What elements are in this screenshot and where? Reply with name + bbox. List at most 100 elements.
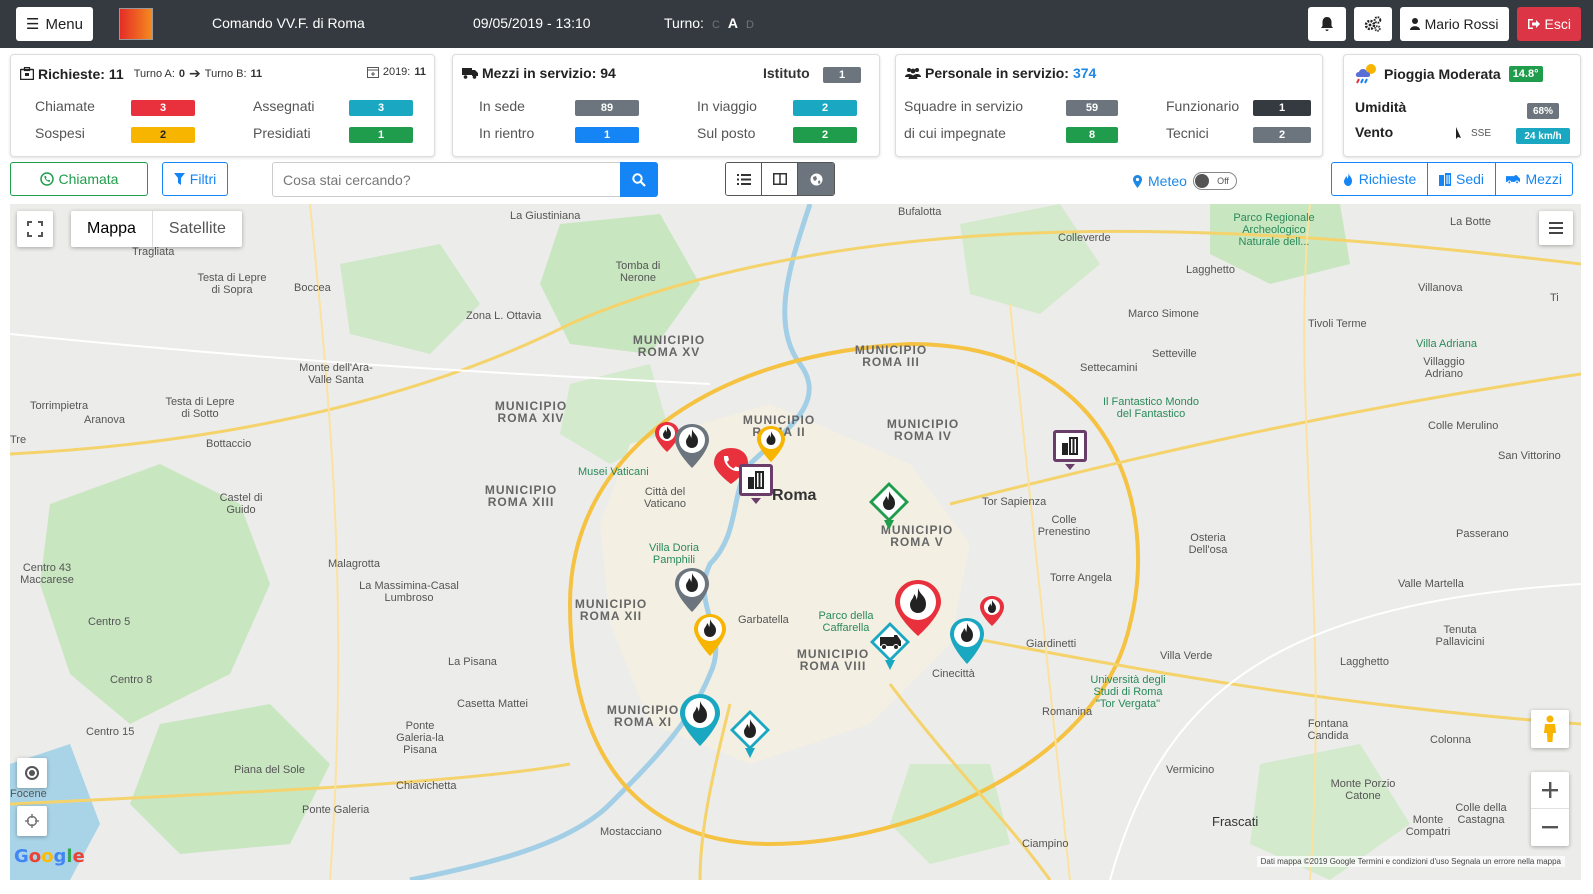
top-navbar: ☰ Menu Comando VV.F. di Roma 09/05/2019 … xyxy=(0,0,1593,48)
personale-title: Personale in servizio: 374 xyxy=(905,65,1096,81)
richieste-count: 11 xyxy=(108,65,124,82)
settings-button[interactable] xyxy=(1353,7,1392,41)
presidiati-label: Presidiati xyxy=(253,125,311,141)
map-label: Testa di Lepre di Sopra xyxy=(197,272,267,296)
fullscreen-button[interactable] xyxy=(17,211,53,247)
mezzo-marker[interactable] xyxy=(870,622,910,670)
wind-arrow-icon xyxy=(1456,127,1461,139)
map-attribution[interactable]: Dati mappa ©2019 Google Termini e condiz… xyxy=(1256,856,1565,867)
map-label: La Giustiniana xyxy=(510,210,581,222)
notifications-button[interactable] xyxy=(1307,7,1346,41)
map-label: Ti xyxy=(1550,292,1559,304)
sedi-layer-button[interactable]: Sedi xyxy=(1428,163,1496,195)
map-type-mappa[interactable]: Mappa xyxy=(71,211,152,247)
mezzi-title: Mezzi in servizio: 94 xyxy=(462,65,616,81)
cogs-icon xyxy=(1364,16,1381,32)
map-label: Il Fantastico Mondo del Fantastico xyxy=(1103,396,1199,420)
zoom-out-button[interactable] xyxy=(1531,809,1569,846)
user-button[interactable]: Mario Rossi xyxy=(1399,7,1509,41)
funzionario-label: Funzionario xyxy=(1166,98,1240,114)
map-label: Colle Merulino xyxy=(1428,420,1499,432)
record-button[interactable] xyxy=(17,758,47,788)
map-label: Tivoli Terme xyxy=(1308,318,1367,330)
squadre-badge: 59 xyxy=(1066,100,1118,116)
map-label: Colleverde xyxy=(1058,232,1111,244)
street-view-pegman[interactable] xyxy=(1531,710,1569,748)
tecnici-label: Tecnici xyxy=(1166,125,1209,141)
hamburger-icon xyxy=(1549,222,1563,234)
richiesta-marker-in-viaggio[interactable] xyxy=(680,694,720,746)
turno-c: C xyxy=(711,19,720,31)
assegnati-label: Assegnati xyxy=(253,98,315,114)
search-button[interactable] xyxy=(620,162,658,197)
map-label: Focene xyxy=(10,788,47,800)
map-label: Torre Angela xyxy=(1050,572,1112,584)
municipio-label: MUNICIPIO ROMA III xyxy=(854,343,928,369)
municipio-label: MUNICIPIO ROMA XIII xyxy=(484,483,558,509)
sospesi-label: Sospesi xyxy=(35,125,85,141)
view-list-button[interactable] xyxy=(726,163,762,195)
umidita-badge: 68% xyxy=(1527,103,1559,119)
map-label: Roma xyxy=(772,487,817,504)
briefcase-icon xyxy=(20,67,34,80)
zoom-control xyxy=(1531,772,1569,846)
richieste-card: Richieste: 11 Turno A: 0 ➔ Turno B: 11 2… xyxy=(10,54,435,157)
map-menu-button[interactable] xyxy=(1539,211,1573,245)
turno-b-value: 11 xyxy=(250,67,263,80)
map-type-satellite[interactable]: Satellite xyxy=(151,211,242,247)
exit-button[interactable]: Esci xyxy=(1516,7,1581,41)
map-label: Monte Porzio Catone xyxy=(1330,778,1396,802)
map-label: Romanina xyxy=(1042,706,1093,718)
map-label: Città del Vaticano xyxy=(644,486,686,510)
sulposto-badge: 2 xyxy=(793,127,857,143)
view-map-button[interactable] xyxy=(798,163,834,195)
meteo-toggle[interactable]: Off xyxy=(1192,172,1237,190)
personale-count: 374 xyxy=(1072,65,1097,81)
richiesta-marker-sospesa[interactable] xyxy=(675,424,709,468)
richiesta-marker-sospesa[interactable] xyxy=(675,568,709,612)
meteo-label: Meteo xyxy=(1148,173,1187,189)
inviaggio-label: In viaggio xyxy=(697,98,757,114)
plus-icon xyxy=(1542,782,1558,798)
sede-marker[interactable] xyxy=(1053,430,1087,470)
map-label: Villa Adriana xyxy=(1416,338,1477,350)
municipio-label: MUNICIPIO ROMA IV xyxy=(886,417,960,443)
menu-button[interactable]: ☰ Menu xyxy=(16,7,93,41)
map-label: Marco Simone xyxy=(1128,308,1199,320)
richiesta-marker-presidiata[interactable] xyxy=(869,482,909,530)
view-split-button[interactable] xyxy=(762,163,798,195)
istituto-label: Istituto xyxy=(763,65,810,81)
bell-icon xyxy=(1320,16,1333,31)
calendar-icon xyxy=(366,67,379,78)
mezzi-layer-button[interactable]: Mezzi xyxy=(1496,163,1572,195)
richiesta-marker-sul-posto[interactable] xyxy=(730,710,770,758)
zoom-in-button[interactable] xyxy=(1531,772,1569,809)
map-label: Tomba di Nerone xyxy=(615,260,661,284)
richiesta-marker-assegnata[interactable] xyxy=(694,614,726,656)
impegnate-label: di cui impegnate xyxy=(904,125,1006,141)
map-label: Cinecittà xyxy=(932,668,975,680)
filtri-button[interactable]: Filtri xyxy=(162,162,228,196)
richiesta-marker-assegnata[interactable] xyxy=(757,426,785,462)
map-label: Osteria Dell'osa xyxy=(1188,532,1228,556)
map-label: Fontana Candida xyxy=(1307,718,1349,742)
chiamata-button[interactable]: Chiamata xyxy=(10,162,148,196)
richieste-layer-button[interactable]: Richieste xyxy=(1332,163,1428,195)
map-label: Tre xyxy=(10,434,27,446)
map-label: Tragliata xyxy=(132,246,175,258)
map-label: Settecamini xyxy=(1080,362,1138,374)
vento-badge: 24 km/h xyxy=(1516,128,1570,144)
sede-marker[interactable] xyxy=(739,464,773,504)
map-label: Chiavichetta xyxy=(396,780,457,792)
richiesta-marker-in-viaggio[interactable] xyxy=(950,618,984,664)
exit-label: Esci xyxy=(1544,16,1571,32)
layer-buttons-group: Richieste Sedi Mezzi xyxy=(1331,162,1573,196)
map-label: Ponte Galeria-la Pisana xyxy=(396,720,444,756)
search-input[interactable]: Cosa stai cercando? xyxy=(272,162,620,197)
vento-direction: SSE xyxy=(1455,127,1491,139)
umidita-label: Umidità xyxy=(1355,99,1407,115)
impegnate-badge: 8 xyxy=(1066,127,1118,143)
map-view[interactable]: La Giustiniana Tragliata Testa di Lepre … xyxy=(10,204,1581,880)
turno-d: D xyxy=(746,19,754,31)
locate-button[interactable] xyxy=(17,806,47,836)
